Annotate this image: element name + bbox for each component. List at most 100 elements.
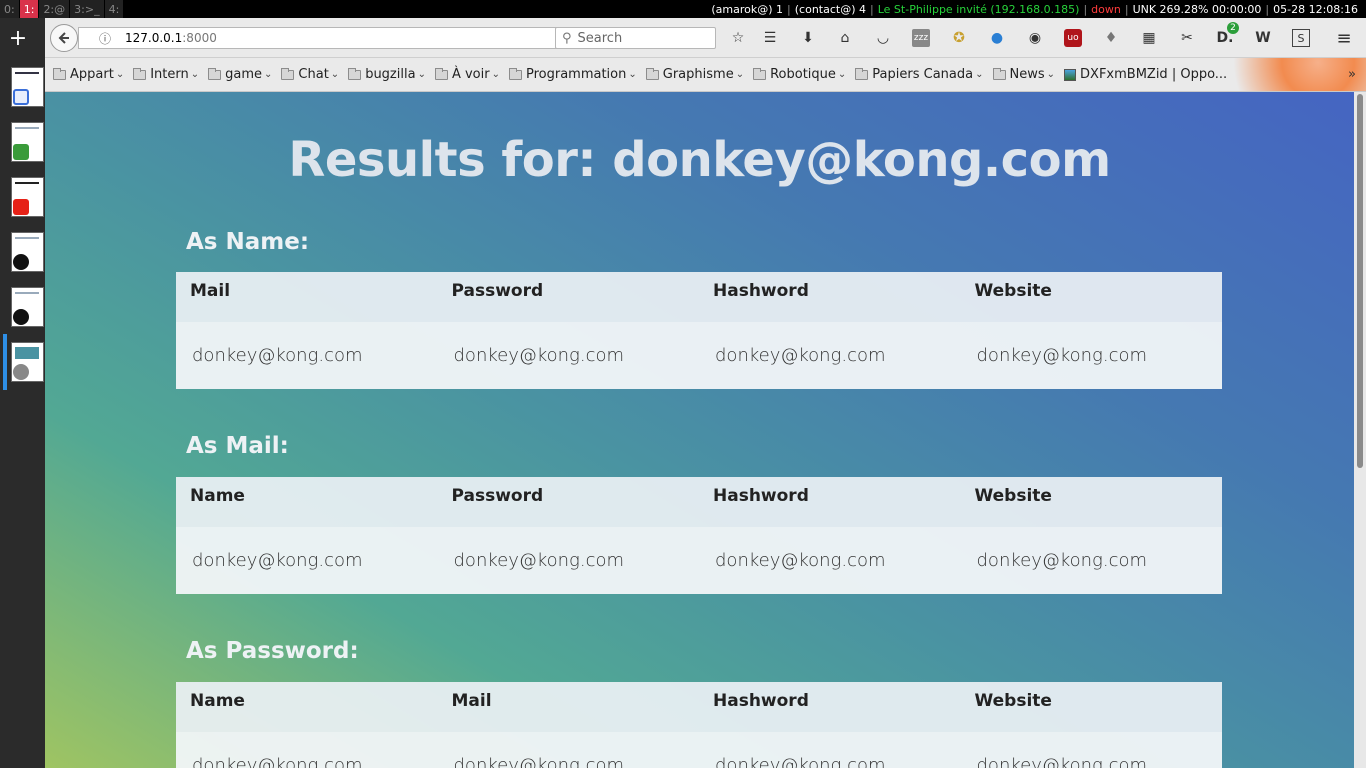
tab-thumbnail-4[interactable] [11,232,44,272]
table-cell: donkey@kong.com [960,322,1222,389]
robot-icon[interactable]: ◉ [1026,29,1044,47]
folder-icon [53,67,66,80]
bookmark-folder-programmation[interactable]: Programmation ⌄ [508,67,637,82]
tab-thumbnail-1[interactable] [11,67,44,107]
folder-icon [992,67,1006,80]
chevron-down-icon: ⌄ [975,69,984,80]
bookmark-folder-game[interactable]: game ⌄ [208,67,272,82]
bookmark-folder-papiers-canada[interactable]: Papiers Canada ⌄ [855,67,984,82]
table-cell: donkey@kong.com [437,527,699,594]
bookmarks-toolbar: Appart ⌄ Intern ⌄ game ⌄ Chat ⌄ bugzilla ⌄ À … [45,58,1366,92]
url-bar[interactable]: ⓘ 127.0.0.1:8000 ↻ [78,27,590,49]
bookmark-label: Chat [298,67,329,82]
bookmark-label: À voir [451,67,490,82]
chevron-down-icon: ⌄ [628,69,637,80]
menu-icon[interactable]: ≡ [1335,28,1353,49]
tab-thumbnail-3[interactable] [11,177,44,217]
folder-icon [753,67,767,80]
tab-thumbnail-5[interactable] [11,287,44,327]
page-title: Results for: donkey@kong.com [288,132,1111,188]
new-tab-button[interactable]: + [0,28,36,52]
workspace-4[interactable]: 4: [104,0,125,18]
globe-icon [13,364,29,380]
vertical-tab-strip: + [0,18,45,768]
status-area: (amarok@) 1 | (contact@) 4 | Le St-Phili… [709,3,1366,16]
bookmark-label: Programmation [525,67,627,82]
folder-icon [348,67,362,80]
table-cell: donkey@kong.com [176,732,438,768]
chevron-down-icon: ⌄ [190,69,200,80]
bookmark-folder-news[interactable]: News ⌄ [992,67,1055,82]
youtube-icon [13,199,29,215]
reading-list-icon[interactable]: ☰ [761,29,779,47]
thumbnail-preview [15,182,39,184]
star-icon[interactable]: ☆ [729,29,747,47]
settings-icon [13,89,29,105]
w-icon[interactable]: W [1254,29,1272,47]
column-header: Password [437,272,699,322]
thumbnail-preview [15,347,39,359]
folder-icon [645,67,659,80]
bookmark-folder-bugzilla[interactable]: bugzilla ⌄ [348,67,426,82]
medal-icon[interactable]: ✪ [950,29,968,47]
tab-thumbnail-2[interactable] [11,122,44,162]
table-cell: donkey@kong.com [176,527,438,594]
folder-icon [281,67,295,80]
page-scrollbar[interactable] [1354,92,1366,768]
table-cell: donkey@kong.com [960,527,1222,594]
column-header: Hashword [699,682,961,732]
table-row: donkey@kong.com donkey@kong.com donkey@k… [176,732,1222,768]
url-port: :8000 [182,31,217,45]
bookmark-folder-graphisme[interactable]: Graphisme ⌄ [645,67,744,82]
s-icon[interactable]: S [1292,29,1310,47]
column-header: Website [960,682,1222,732]
theme-decoration [1206,58,1366,91]
bookmark-label: Robotique [770,67,836,82]
back-button[interactable] [50,24,78,52]
table-row: donkey@kong.com donkey@kong.com donkey@k… [176,322,1222,389]
home-icon[interactable]: ⌂ [836,29,854,47]
table-cell: donkey@kong.com [176,322,438,389]
site-info-icon[interactable]: ⓘ [95,30,115,47]
bell-icon[interactable]: ♦ [1102,29,1120,47]
chevron-down-icon: ⌄ [330,69,340,80]
bookmark-link-dxfxmbmzid[interactable]: DXFxmBMZid | Oppo... [1064,67,1227,82]
workspace-3[interactable]: 3:>_ [70,0,105,18]
bookmark-folder-robotique[interactable]: Robotique ⌄ [753,67,846,82]
section-heading-as-mail: As Mail: [186,433,289,459]
zzz-icon[interactable]: zzz [912,29,930,47]
pocket-icon[interactable]: ◡ [874,29,892,47]
results-table-as-name: Mail Password Hashword Website donkey@ko… [176,272,1222,389]
folder-icon [208,67,222,80]
workspace-2[interactable]: 2:@ [39,0,71,18]
drop-icon[interactable]: ● [988,29,1006,47]
wifi-status: Le St-Philippe invité (192.168.0.185) [877,2,1080,16]
ethernet-status: down [1091,2,1121,16]
search-input[interactable]: ⚲ Search [555,27,716,49]
workspace-1[interactable]: 1: [19,0,40,18]
workspace-0[interactable]: 0: [0,0,20,18]
table-cell: donkey@kong.com [437,322,699,389]
results-table-as-password: Name Mail Hashword Website donkey@kong.c… [176,682,1222,768]
page-content: Results for: donkey@kong.com As Name: Ma… [45,92,1354,768]
clock: 05-28 12:08:16 [1273,2,1358,16]
bookmark-folder-a-voir[interactable]: À voir ⌄ [434,67,500,82]
bookmark-folder-appart[interactable]: Appart ⌄ [53,67,124,82]
active-tab-indicator [3,334,7,390]
contact-status: (contact@) 4 [794,2,867,16]
more-bookmarks-chevron-icon[interactable]: » [1348,67,1356,82]
download-icon[interactable]: ⬇ [799,29,817,47]
bookmark-folder-intern[interactable]: Intern ⌄ [133,67,199,82]
scrollbar-thumb[interactable] [1357,94,1363,468]
search-placeholder: Search [577,30,623,46]
grid-icon[interactable]: ▦ [1140,29,1158,47]
tab-thumbnail-6-active[interactable] [11,342,44,382]
bookmark-folder-chat[interactable]: Chat ⌄ [281,67,339,82]
screenshot-icon[interactable]: ✂ [1178,29,1196,47]
column-header: Mail [437,682,699,732]
ublock-icon[interactable]: uo [1064,29,1082,47]
table-cell: donkey@kong.com [960,732,1222,768]
thumbnail-preview [15,127,39,129]
folder-icon [855,67,869,80]
browser-toolbar: ⓘ 127.0.0.1:8000 ↻ ⚲ Search ☆ ☰ ⬇ ⌂ ◡ zz… [45,18,1366,58]
